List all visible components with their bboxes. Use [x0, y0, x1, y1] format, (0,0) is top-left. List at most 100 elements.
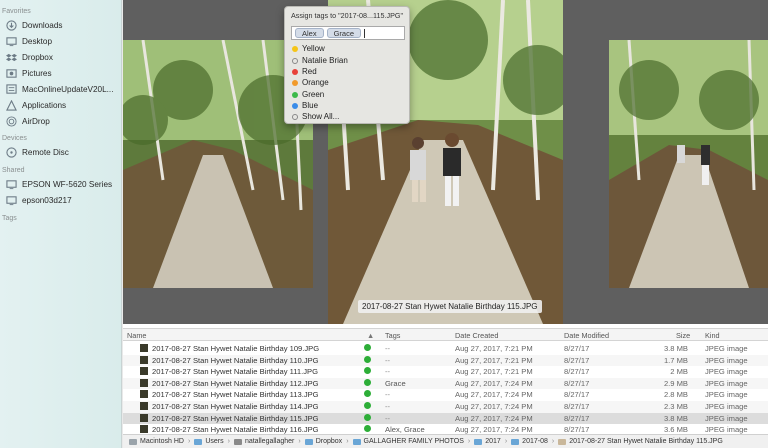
- sidebar-item-downloads[interactable]: Downloads: [6, 18, 63, 32]
- sync-check-icon: [364, 425, 371, 433]
- sidebar-item-desktop[interactable]: Desktop: [6, 34, 52, 48]
- path-separator-icon: ›: [551, 438, 555, 445]
- path-crumb-label: natallegallagher: [244, 438, 295, 445]
- red-dot-icon: [292, 68, 298, 75]
- path-separator-icon: ›: [504, 438, 508, 445]
- path-crumb-users[interactable]: Users: [194, 438, 224, 445]
- file-size: 2.8 MB: [663, 390, 688, 400]
- file-date-created: Aug 27, 2017, 7:24 PM: [455, 378, 533, 388]
- document-icon: [6, 83, 17, 95]
- table-row[interactable]: 2017-08-27 Stan Hywet Natalie Birthday 1…: [123, 354, 768, 367]
- sort-chevron-icon[interactable]: ▲: [367, 331, 374, 340]
- tag-option-label: Natalie Brian: [302, 56, 348, 65]
- sidebar-item-pictures[interactable]: Pictures: [6, 66, 52, 80]
- download-icon: [6, 19, 17, 31]
- sidebar-item-maconlineupdate[interactable]: MacOnlineUpdateV20L...: [6, 82, 113, 96]
- tag-option-green[interactable]: Green: [292, 89, 324, 100]
- tag-option-label: Yellow: [302, 44, 325, 53]
- path-crumb-label: GALLAGHER FAMILY PHOTOS: [363, 438, 464, 445]
- file-name: 2017-08-27 Stan Hywet Natalie Birthday 1…: [152, 425, 319, 435]
- file-tags: --: [385, 344, 391, 353]
- sidebar-item-label: Desktop: [22, 36, 53, 46]
- devices-header: Devices: [2, 135, 27, 142]
- path-crumb-macintosh-hd[interactable]: Macintosh HD: [129, 438, 184, 445]
- file-date-modified: 8/27/17: [564, 344, 590, 353]
- tag-input-field[interactable]: Alex Grace: [291, 26, 405, 40]
- sidebar-item-epson-series[interactable]: EPSON WF-5620 Series: [6, 177, 112, 191]
- path-crumb-home[interactable]: natallegallagher: [233, 438, 295, 445]
- file-name: 2017-08-27 Stan Hywet Natalie Birthday 1…: [152, 402, 319, 411]
- table-row[interactable]: 2017-08-27 Stan Hywet Natalie Birthday 1…: [123, 343, 768, 355]
- path-separator-icon: ›: [227, 438, 230, 445]
- sidebar-item-label: Pictures: [22, 68, 52, 78]
- jpeg-thumbnail-icon: [140, 344, 148, 352]
- display-icon: [6, 195, 17, 206]
- file-size: 3.8 MB: [663, 344, 688, 353]
- tag-option-label: Orange: [302, 78, 329, 87]
- pictures-icon: [6, 68, 17, 79]
- file-kind: JPEG image: [705, 402, 748, 411]
- path-crumb-2017[interactable]: 2017: [474, 438, 501, 445]
- table-row[interactable]: 2017-08-27 Stan Hywet Natalie Birthday 1…: [123, 389, 768, 401]
- sidebar-item-applications[interactable]: Applications: [6, 98, 66, 112]
- table-row-selected[interactable]: 2017-08-27 Stan Hywet Natalie Birthday 1…: [123, 412, 768, 425]
- column-header-name[interactable]: Name: [127, 331, 146, 340]
- file-size: 1.7 MB: [663, 355, 688, 365]
- photo-preview-next[interactable]: [609, 40, 768, 288]
- path-crumb-2017-08[interactable]: 2017-08: [511, 438, 548, 445]
- tag-option-orange[interactable]: Orange: [292, 77, 329, 88]
- tag-option-yellow[interactable]: Yellow: [292, 43, 325, 54]
- sidebar-item-label: Remote Disc: [22, 147, 69, 157]
- sync-check-icon: [364, 355, 371, 363]
- path-crumb-file[interactable]: 2017-08-27 Stan Hywet Natalie Birthday 1…: [558, 438, 723, 445]
- file-size: 2.3 MB: [663, 402, 688, 411]
- file-tags: --: [385, 367, 391, 377]
- tag-option-show-all[interactable]: Show All...: [292, 111, 339, 122]
- tags-header: Tags: [2, 215, 17, 222]
- jpeg-thumbnail-icon: [140, 355, 148, 364]
- table-row[interactable]: 2017-08-27 Stan Hywet Natalie Birthday 1…: [123, 377, 768, 390]
- tag-token[interactable]: Alex: [295, 28, 324, 38]
- empty-dot-icon: [292, 57, 298, 64]
- path-separator-icon: ›: [298, 438, 301, 445]
- file-date-modified: 8/27/17: [564, 425, 590, 435]
- file-date-modified: 8/27/17: [564, 367, 590, 377]
- file-name: 2017-08-27 Stan Hywet Natalie Birthday 1…: [152, 413, 319, 423]
- column-header-size[interactable]: Size: [676, 331, 690, 340]
- jpeg-thumbnail-icon: [140, 402, 148, 410]
- file-kind: JPEG image: [705, 378, 748, 388]
- disc-icon: [6, 146, 17, 158]
- sidebar-item-remote-disc[interactable]: Remote Disc: [6, 145, 69, 159]
- applications-icon: [6, 99, 17, 111]
- sidebar-item-airdrop[interactable]: AirDrop: [6, 114, 50, 128]
- tag-option-natalie-brian[interactable]: Natalie Brian: [292, 55, 348, 66]
- jpeg-thumbnail-icon: [140, 413, 148, 422]
- sync-check-icon: [364, 367, 371, 375]
- sidebar-item-epson03d217[interactable]: epson03d217: [6, 193, 72, 207]
- file-tags: --: [385, 390, 391, 400]
- path-crumb-family-photos[interactable]: GALLAGHER FAMILY PHOTOS: [352, 438, 464, 445]
- tag-token[interactable]: Grace: [326, 28, 362, 38]
- column-header-date-created[interactable]: Date Created: [455, 331, 498, 340]
- sidebar-item-label: AirDrop: [22, 116, 50, 126]
- sidebar-item-dropbox[interactable]: Dropbox: [6, 50, 53, 64]
- preview-caption: 2017-08-27 Stan Hywet Natalie Birthday 1…: [358, 300, 542, 313]
- tag-option-label: Show All...: [302, 112, 340, 121]
- tag-option-blue[interactable]: Blue: [292, 100, 318, 111]
- assign-tags-popover: Assign tags to "2017-08...115.JPG" Alex …: [284, 6, 410, 124]
- yellow-dot-icon: [292, 45, 298, 52]
- column-header-kind[interactable]: Kind: [705, 331, 720, 340]
- column-header-date-modified[interactable]: Date Modified: [564, 331, 609, 340]
- file-date-created: Aug 27, 2017, 7:24 PM: [455, 390, 533, 400]
- column-header-tags[interactable]: Tags: [385, 331, 400, 340]
- sync-check-icon: [364, 402, 371, 409]
- table-row[interactable]: 2017-08-27 Stan Hywet Natalie Birthday 1…: [123, 366, 768, 378]
- tag-option-red[interactable]: Red: [292, 66, 317, 77]
- table-row[interactable]: 2017-08-27 Stan Hywet Natalie Birthday 1…: [123, 401, 768, 413]
- file-kind: JPEG image: [705, 390, 748, 400]
- file-kind: JPEG image: [705, 367, 748, 377]
- folder-icon: [474, 438, 483, 445]
- tag-option-label: Green: [302, 90, 325, 99]
- path-crumb-dropbox[interactable]: Dropbox: [304, 438, 342, 445]
- file-name: 2017-08-27 Stan Hywet Natalie Birthday 1…: [152, 390, 319, 400]
